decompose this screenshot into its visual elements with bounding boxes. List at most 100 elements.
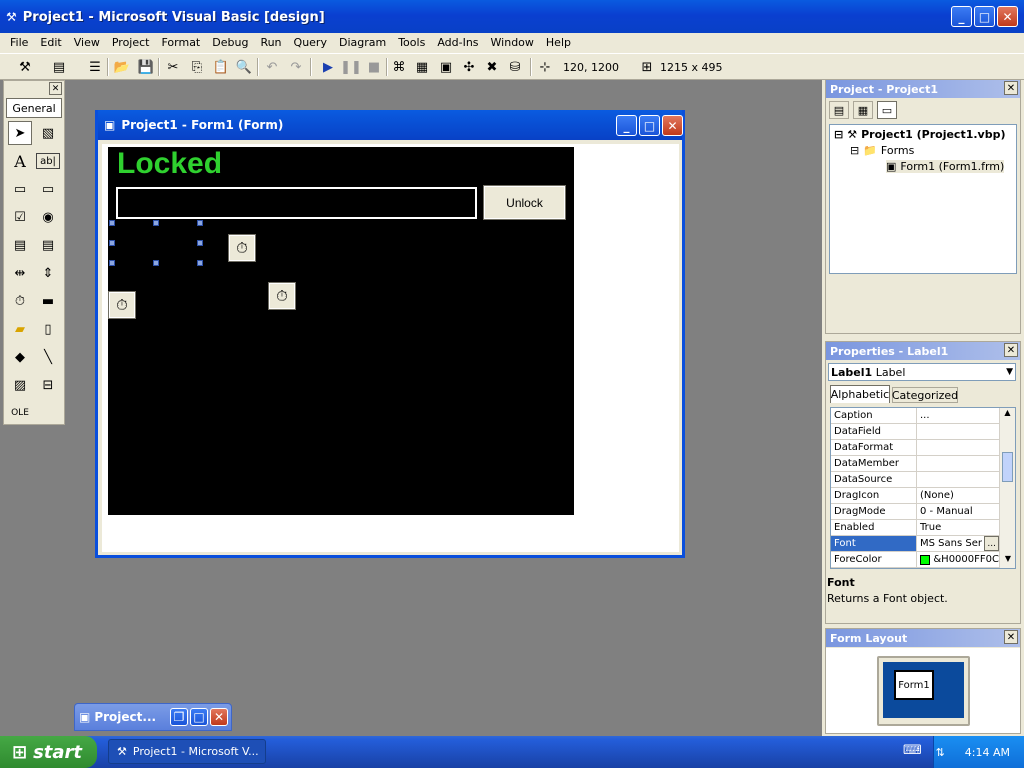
menu-edit[interactable]: Edit [34,36,67,49]
menu-format[interactable]: Format [155,36,206,49]
prop-row-dragicon[interactable]: DragIcon (None) [831,488,999,504]
prop-row-dataformat[interactable]: DataFormat [831,440,999,456]
timer-control-icon[interactable]: ⏱ [108,291,136,319]
menu-help[interactable]: Help [540,36,577,49]
taskbar-item-vb[interactable]: ⚒ Project1 - Microsoft V... [108,739,266,764]
menu-tools[interactable]: Tools [392,36,431,49]
prop-row-caption[interactable]: Caption... [831,408,999,424]
menu-view[interactable]: View [68,36,106,49]
project-close-icon[interactable]: ✕ [1004,81,1018,95]
minimize-button[interactable]: _ [951,6,972,27]
tree-form1-item[interactable]: ▣ Form1 (Form1.frm) [886,160,1005,173]
menu-debug[interactable]: Debug [206,36,254,49]
toggle-folders-icon[interactable]: ▭ [877,101,897,119]
form-client-area[interactable]: Locked Unlock ⏱ ⏱ ⏱ [102,144,679,552]
selection-handle[interactable] [153,220,159,226]
tree-root[interactable]: ⊟ ⚒ Project1 (Project1.vbp) [834,128,1006,141]
ole-tool-icon[interactable]: OLE [8,401,32,425]
form-close-button[interactable]: ✕ [662,115,683,136]
checkbox-tool-icon[interactable]: ☑ [8,205,32,229]
toolbox-close-icon[interactable]: ✕ [49,82,62,95]
menu-editor-icon[interactable]: ☰ [86,58,104,76]
restore-button[interactable]: ❐ [170,708,188,726]
properties-window-icon[interactable]: ▦ [413,58,431,76]
vscrollbar-tool-icon[interactable]: ⇕ [36,261,60,285]
start-icon[interactable]: ▶ [319,58,337,76]
data-tool-icon[interactable]: ⊟ [36,373,60,397]
toolbox-icon[interactable]: ✖ [483,58,501,76]
view-code-icon[interactable]: ▤ [829,101,849,119]
maximize-button[interactable]: □ [974,6,995,27]
menu-add-ins[interactable]: Add-Ins [431,36,484,49]
prop-row-datamember[interactable]: DataMember [831,456,999,472]
prop-row-font[interactable]: Font MS Sans Ser... [831,536,999,552]
font-ellipsis-button[interactable]: ... [984,536,999,551]
copy-icon[interactable]: ⎘ [188,58,206,76]
prop-row-datafield[interactable]: DataField [831,424,999,440]
prop-row-enabled[interactable]: Enabled True [831,520,999,536]
prop-row-datasource[interactable]: DataSource [831,472,999,488]
drivelistbox-tool-icon[interactable]: ▬ [36,289,60,313]
selection-handle[interactable] [109,260,115,266]
undo-icon[interactable]: ↶ [263,58,281,76]
find-icon[interactable]: 🔍 [235,58,253,76]
open-icon[interactable]: 📂 [113,58,131,76]
save-icon[interactable]: 💾 [137,58,155,76]
view-object-icon[interactable]: ▦ [853,101,873,119]
layout-close-icon[interactable]: ✕ [1004,630,1018,644]
menu-query[interactable]: Query [288,36,333,49]
image-tool-icon[interactable]: ▨ [8,373,32,397]
form-layout-icon[interactable]: ▣ [437,58,455,76]
line-tool-icon[interactable]: ╲ [36,345,60,369]
selection-handle[interactable] [153,260,159,266]
filelistbox-tool-icon[interactable]: ▯ [36,317,60,341]
frame-tool-icon[interactable]: ▭ [8,177,32,201]
selection-handle[interactable] [197,220,203,226]
add-form-icon[interactable]: ▤ [50,58,68,76]
timer-tool-icon[interactable]: ⏱ [8,289,32,313]
shape-tool-icon[interactable]: ◆ [8,345,32,369]
add-project-icon[interactable]: ⚒ [16,58,34,76]
selection-handle[interactable] [197,260,203,266]
paste-icon[interactable]: 📋 [212,58,230,76]
menu-run[interactable]: Run [254,36,287,49]
text1-input[interactable] [116,187,477,219]
close-button[interactable]: ✕ [997,6,1018,27]
tree-forms-folder[interactable]: ⊟ 📁 Forms [850,144,914,157]
start-button[interactable]: ⊞ start [0,736,97,768]
selection-handle[interactable] [197,240,203,246]
form-minimize-button[interactable]: _ [616,115,637,136]
close-button[interactable]: ✕ [210,708,228,726]
object-browser-icon[interactable]: ✣ [460,58,478,76]
form-maximize-button[interactable]: □ [639,115,660,136]
menu-window[interactable]: Window [485,36,540,49]
optionbutton-tool-icon[interactable]: ◉ [36,205,60,229]
label-tool-icon[interactable]: A [8,149,32,173]
cut-icon[interactable]: ✂ [164,58,182,76]
timer-control-icon[interactable]: ⏱ [268,282,296,310]
data-view-icon[interactable]: ⛁ [506,58,524,76]
tab-alphabetic[interactable]: Alphabetic [830,385,890,403]
toolbox-tab-general[interactable]: General [6,98,62,118]
menu-project[interactable]: Project [106,36,156,49]
prop-row-forecolor[interactable]: ForeColor &H0000FF0C [831,552,999,568]
pointer-tool-icon[interactable]: ➤ [8,121,32,145]
network-icon[interactable]: ⇅ [936,746,945,759]
end-icon[interactable]: ■ [365,58,383,76]
form1-canvas[interactable]: Locked Unlock ⏱ ⏱ ⏱ [108,147,574,515]
unlock-button[interactable]: Unlock [483,185,566,220]
maximize-button[interactable]: □ [190,708,208,726]
listbox-tool-icon[interactable]: ▤ [36,233,60,257]
label1-locked[interactable]: Locked [117,147,222,181]
project-explorer-icon[interactable]: ⌘ [390,58,408,76]
keyboard-icon[interactable]: ⌨ [903,743,922,758]
selection-handle[interactable] [109,240,115,246]
dirlistbox-tool-icon[interactable]: ▰ [8,317,32,341]
hscrollbar-tool-icon[interactable]: ⇹ [8,261,32,285]
form-window-titlebar[interactable]: ▣ Project1 - Form1 (Form) _ □ ✕ [98,110,683,140]
app-title-bar[interactable]: ⚒ Project1 - Microsoft Visual Basic [des… [0,0,1024,34]
clock[interactable]: 4:14 AM [965,746,1010,759]
properties-close-icon[interactable]: ✕ [1004,343,1018,357]
property-scrollbar[interactable]: ▲ ▼ [999,408,1015,568]
commandbutton-tool-icon[interactable]: ▭ [36,177,60,201]
